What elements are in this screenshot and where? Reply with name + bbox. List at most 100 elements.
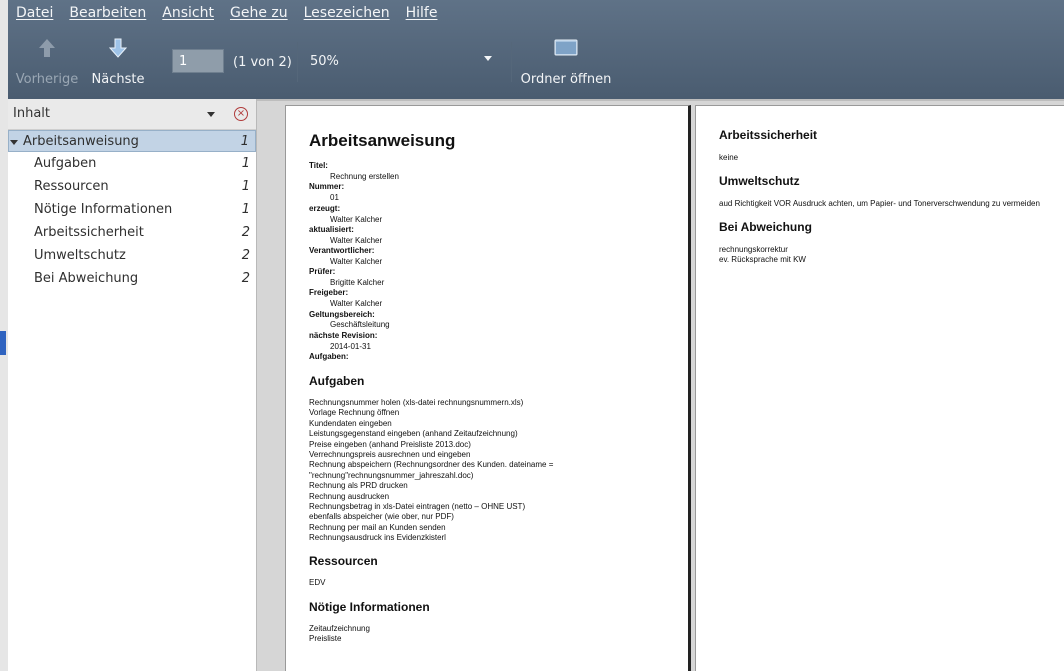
task-line: Verrechnungspreis ausrechnen und eingebe… (309, 450, 471, 459)
task-line: Leistungsgegenstand eingeben (anhand Zei… (309, 429, 518, 439)
page-title: Arbeitsanweisung (309, 131, 456, 150)
section-text: keine (719, 153, 739, 162)
task-line: Rechnungsausdruck ins Evidenzkisterl (309, 533, 446, 543)
section-heading: Bei Abweichung (719, 220, 812, 234)
document-view[interactable]: Arbeitsanweisung Titel: Rechnung erstell… (257, 99, 1064, 671)
toc-item-noetige-informationen[interactable]: Nötige Informationen 1 (8, 199, 256, 221)
section-text: rechnungskorrektur (719, 245, 788, 254)
menu-bearbeiten[interactable]: Bearbeiten (69, 5, 146, 21)
toc-item-page: 2 (241, 225, 250, 240)
task-line: Rechnungsbetrag in xls-Datei eintragen (… (309, 502, 526, 511)
field-label: Freigeber: (309, 288, 349, 297)
folder-icon (554, 39, 578, 56)
task-line: Kundendaten eingeben (309, 418, 392, 428)
expander-icon[interactable] (10, 140, 18, 145)
chevron-down-icon (484, 56, 492, 61)
task-line: Rechnung abspeichern (Rechnungsordner de… (309, 460, 554, 470)
section-text: ev. Rücksprache mit KW (719, 255, 806, 265)
field-label: Prüfer: (309, 267, 336, 276)
next-label: Nächste (91, 72, 145, 87)
page-count-label: (1 von 2) (233, 55, 292, 70)
field-value: 2014-01-31 (330, 342, 371, 351)
previous-page-button[interactable]: Vorherige (14, 28, 80, 96)
section-heading: Umweltschutz (719, 174, 800, 188)
toc-item-label: Arbeitssicherheit (34, 225, 144, 240)
field-label: Geltungsbereich: (309, 310, 375, 319)
app-header: Datei Bearbeiten Ansicht Gehe zu Lesezei… (8, 0, 1064, 99)
field-label: Titel: (309, 161, 328, 170)
task-line: Vorlage Rechnung öffnen (309, 408, 400, 418)
toc-item-arbeitsanweisung[interactable]: Arbeitsanweisung 1 (8, 130, 256, 152)
field-label: nächste Revision: (309, 331, 378, 340)
arrow-up-icon (39, 39, 55, 57)
toc-item-umweltschutz[interactable]: Umweltschutz 2 (8, 245, 256, 267)
toolbar-separator (511, 42, 512, 82)
document-view-border (257, 99, 1064, 101)
field-label: Aufgaben: (309, 352, 349, 361)
toc-item-label: Ressourcen (34, 179, 109, 194)
sidebar: Inhalt × Arbeitsanweisung 1 Aufgaben 1 R… (8, 99, 257, 671)
zoom-value: 50% (310, 54, 339, 69)
field-label: Nummer: (309, 182, 345, 191)
section-heading: Aufgaben (309, 374, 365, 388)
sidebar-title: Inhalt (13, 106, 50, 121)
toolbar: Vorherige Nächste 1 (1 von 2) 50% Ordner… (8, 28, 1064, 98)
open-folder-button[interactable]: Ordner öffnen (520, 28, 612, 96)
section-text: aud Richtigkeit VOR Ausdruck achten, um … (719, 199, 1040, 208)
toc-item-ressourcen[interactable]: Ressourcen 1 (8, 176, 256, 198)
toc-item-page: 2 (241, 248, 250, 263)
menu-ansicht[interactable]: Ansicht (162, 5, 214, 21)
info-line: Preisliste (309, 634, 342, 644)
open-folder-label: Ordner öffnen (520, 72, 612, 87)
toc-item-aufgaben[interactable]: Aufgaben 1 (8, 153, 256, 175)
menu-gehe-zu[interactable]: Gehe zu (230, 5, 288, 21)
task-line: Rechnung ausdrucken (309, 491, 390, 501)
field-value: Geschäftsleitung (330, 320, 390, 329)
toc-item-page: 1 (241, 156, 250, 171)
field-value: 01 (330, 193, 339, 202)
task-line: ebenfalls abspeicher (wie ober, nur PDF) (309, 512, 454, 522)
sidebar-header: Inhalt × (8, 99, 256, 130)
section-heading: Nötige Informationen (309, 600, 430, 614)
field-label: erzeugt: (309, 204, 341, 213)
toc-item-page: 1 (241, 202, 250, 217)
document-page-2: Arbeitssicherheit keine Umweltschutz aud… (695, 105, 1064, 671)
toc-item-bei-abweichung[interactable]: Bei Abweichung 2 (8, 268, 256, 290)
menu-datei[interactable]: Datei (16, 5, 53, 21)
field-value: Brigitte Kalcher (330, 278, 385, 287)
task-line: Preise eingeben (anhand Preisliste 2013.… (309, 439, 471, 449)
field-label: aktualisiert: (309, 225, 354, 234)
field-value: Walter Kalcher (330, 257, 383, 266)
task-line: Rechnung per mail an Kunden senden (309, 522, 446, 532)
close-icon[interactable]: × (234, 107, 248, 121)
toc-item-label: Arbeitsanweisung (23, 134, 139, 149)
resource-line: EDV (309, 578, 326, 587)
page-number-input[interactable]: 1 (172, 49, 224, 73)
toc-item-label: Aufgaben (34, 156, 97, 171)
task-line: "rechnung"rechnungsnummer_jahreszahl.doc… (309, 470, 474, 480)
field-value: Walter Kalcher (330, 236, 383, 245)
section-heading: Ressourcen (309, 554, 378, 568)
toc-item-label: Nötige Informationen (34, 202, 173, 217)
menu-lesezeichen[interactable]: Lesezeichen (304, 5, 390, 21)
field-value: Walter Kalcher (330, 299, 383, 308)
menubar: Datei Bearbeiten Ansicht Gehe zu Lesezei… (8, 0, 445, 26)
chevron-down-icon[interactable] (207, 112, 215, 117)
toc-item-arbeitssicherheit[interactable]: Arbeitssicherheit 2 (8, 222, 256, 244)
background-selection (0, 331, 6, 355)
menu-hilfe[interactable]: Hilfe (406, 5, 438, 21)
section-heading: Arbeitssicherheit (719, 128, 818, 142)
previous-label: Vorherige (15, 72, 79, 87)
toc-item-page: 1 (241, 179, 250, 194)
zoom-select[interactable]: 50% (304, 49, 498, 73)
arrow-down-icon (109, 38, 127, 58)
document-page-1: Arbeitsanweisung Titel: Rechnung erstell… (285, 105, 691, 671)
toc-item-label: Bei Abweichung (34, 271, 139, 286)
next-page-button[interactable]: Nächste (86, 28, 150, 96)
info-line: Zeitaufzeichnung (309, 624, 370, 633)
task-line: Rechnung als PRD drucken (309, 481, 408, 491)
toc-item-page: 1 (240, 134, 249, 149)
field-label: Verantwortlicher: (309, 246, 375, 255)
field-value: Rechnung erstellen (330, 172, 399, 181)
field-value: Walter Kalcher (330, 215, 383, 224)
